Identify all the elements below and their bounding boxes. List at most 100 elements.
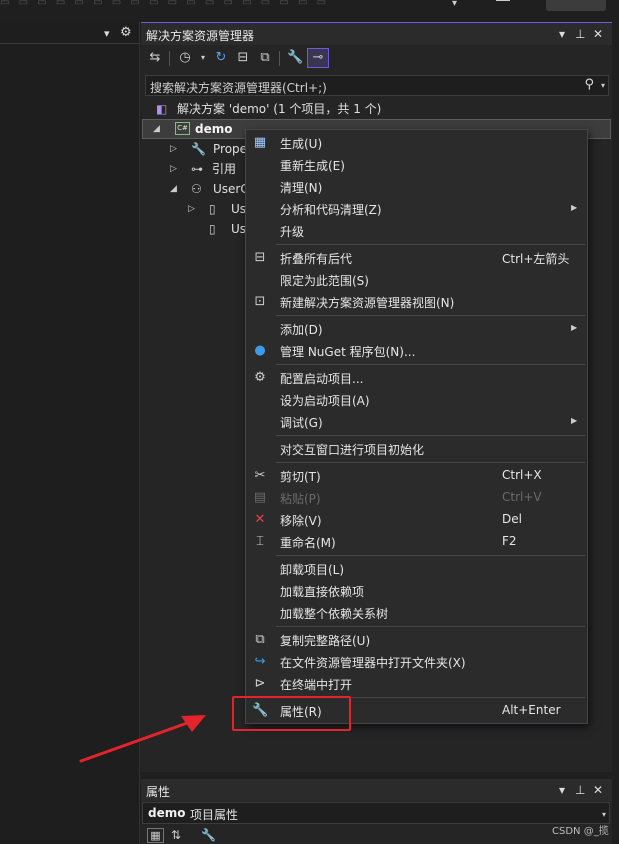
alphabetical-icon[interactable]: ⇅ — [171, 828, 181, 842]
tree-userc-label: UserC — [213, 182, 249, 196]
watermark-text: CSDN @_揽 — [552, 826, 609, 837]
menu-item-shortcut: Del — [502, 512, 522, 526]
chevron-down-icon[interactable]: ▾ — [602, 810, 606, 819]
chevron-down-icon[interactable]: ▾ — [559, 27, 565, 41]
solution-explorer-title: 解决方案资源管理器 — [146, 29, 255, 43]
paste-icon: ▤ — [253, 490, 267, 505]
properties-object-type: 项目属性 — [190, 808, 239, 822]
categorized-icon[interactable]: ▦ — [147, 828, 164, 843]
search-input[interactable]: 搜索解决方案资源管理器(Ctrl+;) — [150, 79, 327, 96]
menu-item-label: 重命名(M) — [280, 536, 336, 550]
tree-project-label: demo — [195, 122, 233, 136]
tree-properties-label: Prope — [213, 142, 248, 156]
expand-arrow-icon[interactable]: ◢ — [170, 179, 177, 199]
user-control-icon: ⚇ — [191, 182, 202, 196]
menu-item[interactable]: 设为启动项目(A) — [246, 389, 587, 411]
submenu-arrow-icon: ▶ — [571, 203, 578, 212]
menu-item[interactable]: ✂ 剪切(T) Ctrl+X — [246, 465, 587, 487]
menu-item[interactable]: 分析和代码清理(Z) ▶ — [246, 198, 587, 220]
collapse-icon: ⊟ — [254, 250, 266, 265]
menu-item[interactable]: 加载整个依赖关系树 — [246, 602, 587, 624]
refresh-icon[interactable]: ↻ — [213, 50, 229, 66]
menu-item-shortcut: Ctrl+X — [502, 468, 542, 482]
preview-selected-icon[interactable]: ⊸ — [307, 48, 329, 68]
menu-separator — [276, 462, 585, 463]
top-minimize-line[interactable] — [496, 0, 510, 1]
submenu-arrow-icon: ▶ — [571, 416, 578, 425]
menu-item[interactable]: 重新生成(E) — [246, 154, 587, 176]
copy-icon: ⧉ — [255, 632, 265, 647]
tree-solution-label: 解决方案 'demo' (1 个项目，共 1 个) — [177, 102, 382, 116]
menu-item[interactable]: ▦ 生成(U) — [246, 132, 587, 154]
history-dropdown-icon[interactable]: ▾ — [195, 50, 211, 66]
solution-explorer-titlebar: 解决方案资源管理器 ▾ ⊥ ✕ — [141, 23, 612, 45]
rename-icon: ⌶ — [256, 534, 264, 549]
menu-item[interactable]: 添加(D) ▶ — [246, 318, 587, 340]
close-icon[interactable]: ✕ — [593, 783, 603, 797]
menu-item[interactable]: 调试(G) ▶ — [246, 411, 587, 433]
menu-item[interactable]: ⚙ 配置启动项目... — [246, 367, 587, 389]
menu-item[interactable]: ● 管理 NuGet 程序包(N)... — [246, 340, 587, 362]
pin-icon[interactable]: ⊥ — [575, 27, 585, 41]
tree-us1-label: Us — [231, 202, 247, 216]
top-action-button[interactable] — [546, 0, 606, 11]
menu-item-label: 添加(D) — [280, 323, 323, 337]
collapse-all-icon[interactable]: ⊟ — [235, 50, 251, 66]
menu-item-shortcut: Ctrl+V — [502, 490, 542, 504]
menu-item[interactable]: ⊳ 在终端中打开 — [246, 673, 587, 695]
chevron-down-icon[interactable]: ▾ — [559, 783, 565, 797]
properties-object-selector[interactable]: demo 项目属性 ▾ — [142, 802, 610, 824]
gear-icon: ⚙ — [254, 370, 266, 385]
menu-item-label: 在文件资源管理器中打开文件夹(X) — [280, 656, 466, 670]
show-all-files-icon[interactable]: ⧉ — [257, 50, 273, 66]
new-view-icon: ⊡ — [254, 294, 266, 309]
gear-icon[interactable]: ⚙ — [120, 25, 132, 40]
menu-item[interactable]: 升级 — [246, 220, 587, 242]
menu-item-label: 管理 NuGet 程序包(N)... — [280, 345, 416, 359]
annotation-arrow — [79, 715, 206, 763]
expand-arrow-icon[interactable]: ◢ — [153, 119, 160, 139]
wrench-icon[interactable]: 🔧 — [287, 50, 303, 66]
solution-explorer-search[interactable]: 搜索解决方案资源管理器(Ctrl+;) ⚲ ▾ — [145, 75, 609, 96]
menu-item[interactable]: ✕ 移除(V) Del — [246, 509, 587, 531]
menu-item[interactable]: 限定为此范围(S) — [246, 269, 587, 291]
menu-item[interactable]: 卸载项目(L) — [246, 558, 587, 580]
switch-views-icon[interactable]: ⇆ — [147, 50, 163, 66]
menu-item[interactable]: ⊡ 新建解决方案资源管理器视图(N) — [246, 291, 587, 313]
left-pane-header: ▾ ⚙ — [0, 24, 140, 44]
menu-item-shortcut: F2 — [502, 534, 517, 548]
menu-item[interactable]: ⧉ 复制完整路径(U) — [246, 629, 587, 651]
tree-us2-label: Us — [231, 222, 247, 236]
menu-item[interactable]: ↪ 在文件资源管理器中打开文件夹(X) — [246, 651, 587, 673]
properties-object-name: demo — [148, 806, 186, 820]
top-dropdown-icon[interactable]: ▾ — [452, 0, 457, 9]
menu-item-shortcut: Ctrl+左箭头 — [502, 252, 570, 266]
history-icon[interactable]: ◷ — [177, 50, 193, 66]
search-icon[interactable]: ⚲ — [584, 77, 594, 92]
menu-separator — [276, 435, 585, 436]
pin-icon[interactable]: ⊥ — [575, 783, 585, 797]
top-toolbar-icons: ▭ ▭ ▭ ▭ ▭ ▭ ▭ ▭ ▭ ▭ ▭ ▭ ▭ ▭ ▭ ▭ ▭ ▭ — [0, 0, 330, 8]
menu-item[interactable]: 清理(N) — [246, 176, 587, 198]
collapsed-arrow-icon[interactable]: ▷ — [170, 139, 177, 159]
annotation-highlight-box — [232, 696, 351, 731]
menu-item-label: 分析和代码清理(Z) — [280, 203, 382, 217]
wrench-icon[interactable]: 🔧 — [201, 828, 216, 842]
close-icon[interactable]: ✕ — [593, 27, 603, 41]
solution-icon: ◧ — [156, 102, 168, 116]
solution-explorer-toolbar: ⇆ ◷ ▾ ↻ ⊟ ⧉ 🔧 ⊸ — [141, 45, 612, 73]
menu-item-label: 限定为此范围(S) — [280, 274, 369, 288]
pin-dropdown-icon[interactable]: ▾ — [104, 27, 110, 40]
menu-item-label: 生成(U) — [280, 137, 323, 151]
search-options-dropdown-icon[interactable]: ▾ — [601, 81, 605, 90]
collapsed-arrow-icon[interactable]: ▷ — [188, 199, 195, 219]
menu-item: ▤ 粘贴(P) Ctrl+V — [246, 487, 587, 509]
menu-item[interactable]: 对交互窗口进行项目初始化 — [246, 438, 587, 460]
collapsed-arrow-icon[interactable]: ▷ — [170, 159, 177, 179]
menu-item-label: 清理(N) — [280, 181, 323, 195]
menu-item-label: 调试(G) — [280, 416, 323, 430]
menu-item[interactable]: 加载直接依赖项 — [246, 580, 587, 602]
menu-item[interactable]: ⌶ 重命名(M) F2 — [246, 531, 587, 553]
scissors-icon: ✂ — [254, 468, 266, 483]
menu-item[interactable]: ⊟ 折叠所有后代 Ctrl+左箭头 — [246, 247, 587, 269]
